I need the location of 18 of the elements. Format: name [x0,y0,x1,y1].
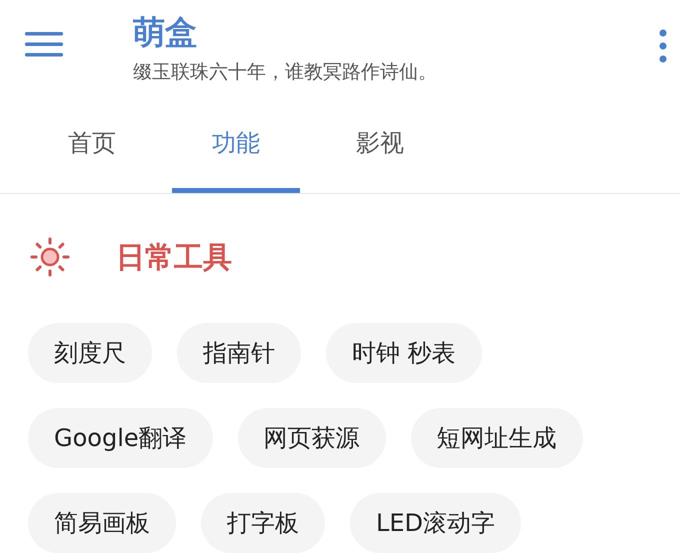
tab[interactable]: 首页 [28,98,156,193]
tool-chip[interactable]: 简易画板 [28,493,176,553]
menu-icon [25,30,63,58]
app-subtitle: 缀玉联珠六十年，谁教冥路作诗仙。 [133,60,437,85]
tool-chip[interactable]: 网页获源 [238,408,386,468]
tool-chip[interactable]: LED滚动字 [350,493,522,553]
more-icon [659,29,667,63]
tool-chip[interactable]: 指南针 [177,323,301,383]
tool-chip[interactable]: Google翻译 [28,408,213,468]
app-title: 萌盒 [133,12,197,52]
tool-chip[interactable]: 打字板 [201,493,325,553]
tool-chip[interactable]: 时钟 秒表 [326,323,482,383]
tab[interactable]: 影视 [316,98,444,193]
sun-icon [30,237,70,278]
tool-chip[interactable]: 短网址生成 [410,408,583,468]
section-title: 日常工具 [116,238,232,276]
tool-chip[interactable]: 刻度尺 [28,323,152,383]
tab[interactable]: 功能 [172,98,300,193]
